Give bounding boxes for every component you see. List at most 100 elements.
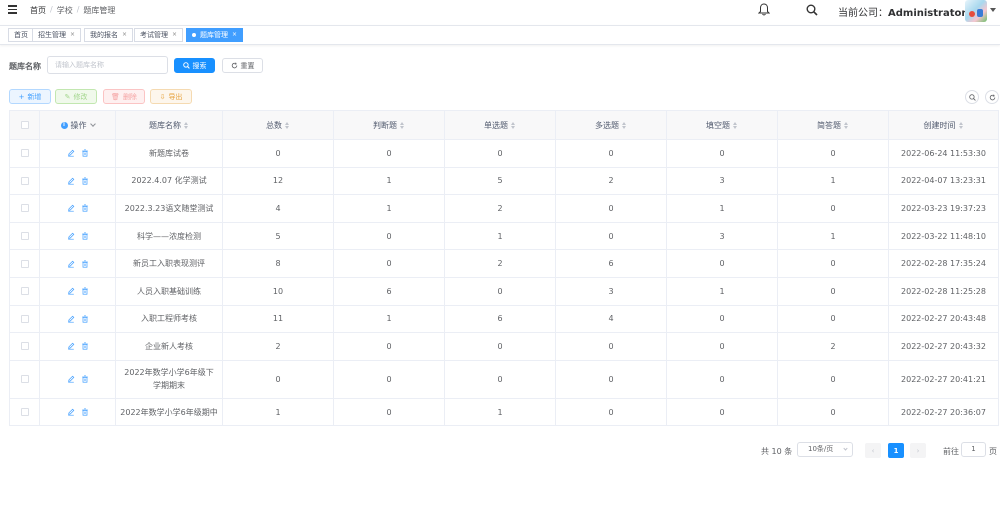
col-header-multi[interactable]: 多选题 bbox=[555, 110, 667, 140]
cell-short: 0 bbox=[777, 194, 889, 223]
col-header-name[interactable]: 题库名称 bbox=[115, 110, 223, 140]
search-button[interactable]: 搜索 bbox=[174, 58, 215, 73]
close-icon[interactable]: × bbox=[172, 29, 177, 41]
col-header-short[interactable]: 简答题 bbox=[777, 110, 889, 140]
reset-button[interactable]: 重置 bbox=[222, 58, 263, 73]
row-checkbox[interactable] bbox=[9, 397, 40, 427]
col-header-single[interactable]: 单选题 bbox=[444, 110, 556, 140]
table-row[interactable]: 入职工程师考核 11 1 6 4 0 0 2022-02-27 20:43:48 bbox=[9, 304, 999, 334]
close-icon[interactable]: × bbox=[232, 29, 237, 41]
row-checkbox[interactable] bbox=[9, 139, 40, 168]
sort-icon[interactable] bbox=[285, 121, 290, 129]
hamburger-icon[interactable] bbox=[8, 5, 17, 14]
trash-icon[interactable] bbox=[81, 260, 89, 268]
edit-icon[interactable] bbox=[67, 408, 75, 416]
col-header-total[interactable]: 总数 bbox=[222, 110, 334, 140]
table-row[interactable]: 企业新人考核 2 0 0 0 0 2 2022-02-27 20:43:32 bbox=[9, 332, 999, 361]
row-checkbox[interactable] bbox=[9, 194, 40, 223]
row-checkbox[interactable] bbox=[9, 304, 40, 334]
cell-short: 0 bbox=[777, 304, 889, 334]
edit-icon[interactable] bbox=[67, 260, 75, 268]
table-row[interactable]: 2022.3.23语文随堂测试 4 1 2 0 1 0 2022-03-23 19:37:23 bbox=[9, 194, 999, 223]
close-icon[interactable]: × bbox=[122, 29, 127, 41]
sort-icon[interactable] bbox=[958, 121, 964, 129]
cell-judge: 0 bbox=[333, 139, 445, 168]
next-page-button[interactable]: › bbox=[910, 443, 926, 458]
trash-icon[interactable] bbox=[81, 315, 89, 323]
chevron-right-icon: › bbox=[916, 446, 920, 455]
row-checkbox[interactable] bbox=[9, 221, 40, 251]
export-button[interactable]: ⇩ 导出 bbox=[150, 89, 192, 104]
prev-page-button[interactable]: ‹ bbox=[865, 443, 881, 458]
sort-icon[interactable] bbox=[184, 121, 189, 129]
sort-icon[interactable] bbox=[511, 121, 516, 129]
refresh-button[interactable] bbox=[985, 90, 999, 104]
trash-icon[interactable] bbox=[81, 287, 89, 295]
edit-icon[interactable] bbox=[67, 232, 75, 240]
tag-home[interactable]: 首页 bbox=[8, 28, 34, 42]
top-header: 首页 / 学校 / 题库管理 当前公司：Administrator bbox=[0, 0, 1000, 22]
edit-button[interactable]: ✎ 修改 bbox=[55, 89, 97, 104]
caret-down-icon[interactable] bbox=[990, 8, 996, 12]
sort-icon[interactable] bbox=[400, 121, 405, 129]
breadcrumb-home[interactable]: 首页 bbox=[30, 5, 46, 16]
page-size-select[interactable]: 10条/页 bbox=[797, 442, 853, 457]
table-row[interactable]: 2022年数学小学6年级下学期期末 0 0 0 0 0 0 2022-02-27 20:41:… bbox=[9, 359, 999, 399]
row-checkbox[interactable] bbox=[9, 359, 40, 399]
sort-icon[interactable] bbox=[733, 121, 738, 129]
row-actions bbox=[39, 166, 116, 196]
table-row[interactable]: 2022年数学小学6年级期中 1 0 1 0 0 0 2022-02-27 20:36:07 bbox=[9, 397, 999, 427]
trash-icon[interactable] bbox=[81, 232, 89, 240]
tag-my-registration[interactable]: 我的报名 × bbox=[84, 28, 134, 42]
trash-icon[interactable] bbox=[81, 375, 89, 383]
page-number-1[interactable]: 1 bbox=[888, 443, 904, 458]
edit-icon[interactable] bbox=[67, 342, 75, 350]
table-row[interactable]: 人员入职基础训练 10 6 0 3 1 0 2022-02-28 11:25:28 bbox=[9, 276, 999, 306]
row-checkbox[interactable] bbox=[9, 276, 40, 306]
edit-icon[interactable] bbox=[67, 149, 75, 157]
col-header-created[interactable]: 创建时间 bbox=[888, 110, 999, 140]
breadcrumb-school[interactable]: 学校 bbox=[57, 5, 73, 16]
breadcrumb-current: 题库管理 bbox=[83, 6, 116, 15]
table-row[interactable]: 新员工入职表现测评 8 0 2 6 0 0 2022-02-28 17:35:24 bbox=[9, 249, 999, 278]
tag-question-bank[interactable]: 题库管理 × bbox=[186, 28, 244, 42]
sort-icon[interactable] bbox=[844, 121, 849, 129]
trash-icon[interactable] bbox=[81, 342, 89, 351]
col-header-judge[interactable]: 判断题 bbox=[333, 110, 445, 140]
edit-icon[interactable] bbox=[67, 204, 75, 213]
cell-judge: 0 bbox=[333, 221, 445, 251]
edit-icon[interactable] bbox=[67, 287, 75, 295]
tag-enrollment[interactable]: 招生管理 × bbox=[32, 28, 82, 42]
avatar[interactable] bbox=[965, 0, 987, 22]
col-header-actions[interactable]: i 操作 bbox=[39, 110, 116, 140]
trash-icon[interactable] bbox=[81, 177, 89, 185]
cell-short: 0 bbox=[777, 249, 889, 278]
search-icon[interactable] bbox=[806, 4, 818, 16]
cell-judge: 1 bbox=[333, 194, 445, 223]
edit-icon[interactable] bbox=[67, 315, 75, 323]
table-row[interactable]: 新题库试卷 0 0 0 0 0 0 2022-06-24 11:53:30 bbox=[9, 139, 999, 168]
row-checkbox[interactable] bbox=[9, 249, 40, 278]
goto-page-input[interactable]: 1 bbox=[961, 442, 986, 457]
sort-icon[interactable] bbox=[622, 121, 627, 129]
row-checkbox[interactable] bbox=[9, 332, 40, 361]
bell-icon[interactable] bbox=[758, 3, 770, 16]
cell-single: 0 bbox=[444, 139, 556, 168]
table-row[interactable]: 2022.4.07 化学测试 12 1 5 2 3 1 2022-04-07 13:23:31 bbox=[9, 166, 999, 196]
page-label: 页 bbox=[989, 447, 997, 456]
edit-icon[interactable] bbox=[67, 177, 75, 185]
col-header-fill[interactable]: 填空题 bbox=[666, 110, 778, 140]
toggle-search-button[interactable] bbox=[965, 90, 979, 104]
trash-icon[interactable] bbox=[81, 408, 89, 416]
table-row[interactable]: 科学——浓度检测 5 0 1 0 3 1 2022-03-22 11:48:10 bbox=[9, 221, 999, 251]
trash-icon[interactable] bbox=[81, 149, 89, 157]
delete-button[interactable]: 🗑 删除 bbox=[103, 89, 145, 104]
add-button[interactable]: + 新增 bbox=[9, 89, 51, 104]
tag-exam[interactable]: 考试管理 × bbox=[134, 28, 184, 42]
select-all-checkbox[interactable] bbox=[9, 110, 40, 140]
edit-icon[interactable] bbox=[67, 375, 75, 383]
close-icon[interactable]: × bbox=[70, 29, 75, 41]
search-input[interactable]: 请输入题库名称 bbox=[47, 56, 168, 74]
row-checkbox[interactable] bbox=[9, 166, 40, 196]
trash-icon[interactable] bbox=[81, 204, 89, 213]
